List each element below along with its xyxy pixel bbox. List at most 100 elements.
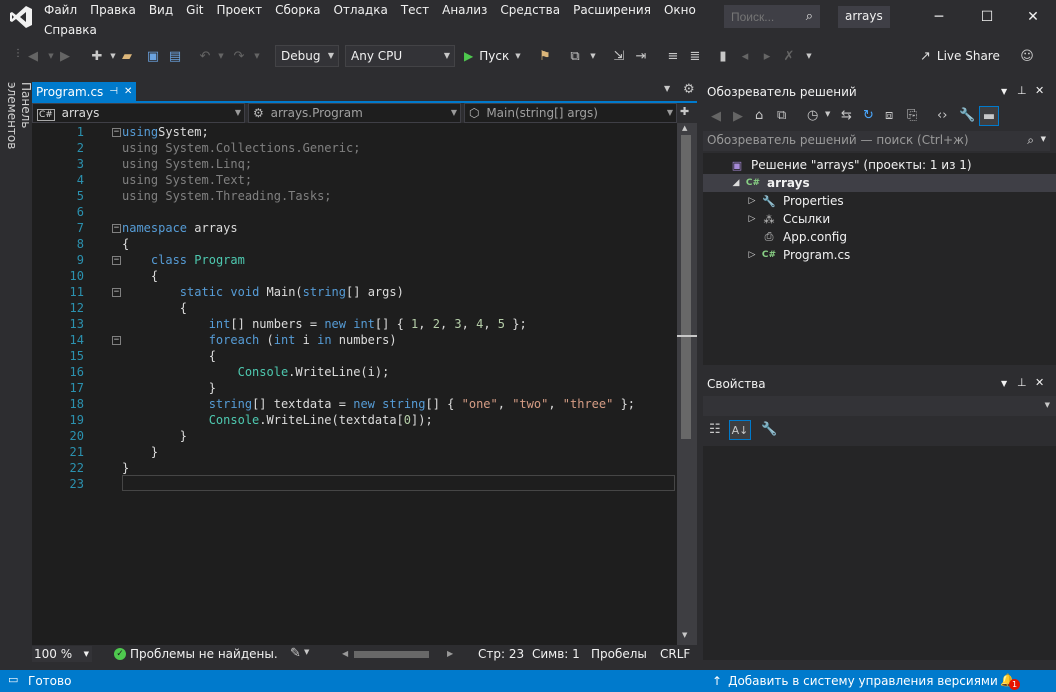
bookmark-icon[interactable]: ▮ bbox=[714, 46, 732, 66]
expand-toggle-icon[interactable]: ▷ bbox=[745, 214, 759, 224]
code-cleanup-icon[interactable]: ✎ bbox=[290, 646, 301, 661]
menu-item-7[interactable]: Тест bbox=[395, 0, 436, 20]
scroll-right-icon[interactable]: ▶ bbox=[447, 649, 453, 658]
menu-item-1[interactable]: Правка bbox=[84, 0, 143, 20]
property-pages-icon[interactable]: 🔧 bbox=[761, 422, 777, 437]
browser-link-icon[interactable]: ⧉ bbox=[566, 46, 584, 66]
comment-icon[interactable]: ≡ bbox=[664, 46, 682, 66]
collapse-toggle-icon[interactable]: − bbox=[112, 128, 121, 137]
show-all-files-icon[interactable]: ⎘ bbox=[907, 108, 917, 123]
properties-object-select[interactable]: ▼ bbox=[703, 396, 1056, 416]
attach-process-icon[interactable]: ⚑ bbox=[536, 46, 554, 66]
member-nav-select[interactable]: ⬡ Main(string[] args) ▼ bbox=[464, 103, 677, 123]
wrench-icon[interactable]: 🔧 bbox=[959, 108, 975, 123]
menu-item-12[interactable]: Справка bbox=[38, 20, 104, 40]
minimize-button[interactable]: ─ bbox=[916, 2, 962, 32]
close-icon[interactable]: ✕ bbox=[124, 86, 132, 97]
line-ending-indicator[interactable]: CRLF bbox=[660, 647, 690, 661]
problems-indicator[interactable]: ✓ Проблемы не найдены. bbox=[114, 646, 278, 662]
class-nav-select[interactable]: ⚙ arrays.Program ▼ bbox=[248, 103, 461, 123]
menu-item-2[interactable]: Вид bbox=[143, 0, 180, 20]
collapse-toggle-icon[interactable]: − bbox=[112, 224, 121, 233]
horizontal-scrollbar[interactable]: ◀ ▶ bbox=[342, 647, 457, 661]
scroll-left-icon[interactable]: ◀ bbox=[342, 649, 348, 658]
categorized-icon[interactable]: ☷ bbox=[709, 422, 721, 437]
configuration-select[interactable]: Debug ▼ bbox=[275, 45, 339, 67]
collapse-all-icon[interactable]: ⧈ bbox=[885, 108, 893, 123]
scroll-down-icon[interactable]: ▼ bbox=[682, 631, 687, 639]
refresh-icon[interactable]: ↻ bbox=[863, 108, 874, 123]
solution-explorer-search[interactable]: Обозреватель решений — поиск (Ctrl+ж) ⌕ … bbox=[703, 131, 1050, 151]
start-button[interactable]: ▶ Пуск ▼ bbox=[464, 46, 521, 66]
scrollbar-thumb[interactable] bbox=[354, 651, 429, 658]
tree-item[interactable]: ▷ C# Program.cs bbox=[703, 246, 1056, 264]
pin-icon[interactable]: ⊥ bbox=[1017, 84, 1027, 97]
platform-select[interactable]: Any CPU ▼ bbox=[345, 45, 455, 67]
back-icon[interactable]: ◀ bbox=[711, 109, 721, 124]
notifications-button[interactable]: 🔔 1 bbox=[1000, 672, 1022, 690]
uncomment-icon[interactable]: ≣ bbox=[686, 46, 704, 66]
close-icon[interactable]: ✕ bbox=[1035, 376, 1044, 389]
view-code-icon[interactable]: ‹› bbox=[937, 108, 947, 123]
clear-bookmarks-icon[interactable]: ✗ bbox=[780, 46, 798, 66]
close-button[interactable]: ✕ bbox=[1010, 2, 1056, 32]
toolbox-side-tab[interactable]: Панель элементов bbox=[0, 78, 33, 188]
menu-item-9[interactable]: Средства bbox=[494, 0, 567, 20]
live-share-button[interactable]: ↗ Live Share bbox=[920, 46, 1000, 66]
scroll-up-icon[interactable]: ▲ bbox=[682, 124, 687, 132]
expand-toggle-icon[interactable]: ◢ bbox=[729, 178, 743, 188]
redo-icon[interactable]: ↷ bbox=[230, 46, 248, 66]
window-position-icon[interactable]: ▼ bbox=[1001, 379, 1007, 388]
chevron-down-icon[interactable]: ▼ bbox=[1041, 135, 1046, 143]
pin-icon[interactable]: ⊥ bbox=[1017, 376, 1027, 389]
menu-item-6[interactable]: Отладка bbox=[327, 0, 394, 20]
pending-changes-icon[interactable]: ◷ bbox=[807, 108, 818, 123]
tree-item[interactable]: ◢ C# arrays bbox=[703, 174, 1056, 192]
project-nav-select[interactable]: C# arrays ▼ bbox=[32, 103, 245, 123]
back-icon[interactable]: ◀ bbox=[24, 46, 42, 66]
forward-icon[interactable]: ▶ bbox=[733, 109, 743, 124]
menu-item-0[interactable]: Файл bbox=[38, 0, 84, 20]
settings-icon[interactable]: ⚙ bbox=[683, 82, 695, 97]
collapse-toggle-icon[interactable]: − bbox=[112, 256, 121, 265]
tree-item[interactable]: ▣ Решение "arrays" (проекты: 1 из 1) bbox=[703, 156, 1056, 174]
pin-icon[interactable]: ⊣ bbox=[109, 86, 118, 97]
close-icon[interactable]: ✕ bbox=[1035, 84, 1044, 97]
menu-item-10[interactable]: Расширения bbox=[567, 0, 658, 20]
add-to-source-control-button[interactable]: ↑ Добавить в систему управления версиями… bbox=[712, 670, 1010, 692]
save-icon[interactable]: ▣ bbox=[144, 46, 162, 66]
search-input[interactable] bbox=[725, 6, 795, 27]
line-indicator[interactable]: Стр: 23 bbox=[478, 647, 524, 661]
chevron-down-icon[interactable]: ▼ bbox=[825, 110, 830, 118]
preview-selected-icon[interactable]: ▬ bbox=[979, 106, 999, 126]
code-editor[interactable]: 1− usingSystem; 2 using System.Collections.… bbox=[32, 123, 677, 645]
collapse-toggle-icon[interactable]: − bbox=[112, 336, 121, 345]
home-icon[interactable]: ⌂ bbox=[755, 108, 763, 123]
sync-icon[interactable]: ⇆ bbox=[841, 108, 852, 123]
menu-item-11[interactable]: Окно bbox=[658, 0, 703, 20]
tree-item[interactable]: ▷ 🔧 Properties bbox=[703, 192, 1056, 210]
next-bookmark-icon[interactable]: ▸ bbox=[758, 46, 776, 66]
open-folder-icon[interactable]: ▰ bbox=[118, 46, 136, 66]
expand-toggle-icon[interactable]: ▷ bbox=[745, 250, 759, 260]
column-indicator[interactable]: Симв: 1 bbox=[532, 647, 580, 661]
alphabetical-icon[interactable]: A↓ bbox=[729, 420, 751, 440]
whitespace-indicator[interactable]: Пробелы bbox=[591, 647, 647, 661]
menu-item-8[interactable]: Анализ bbox=[436, 0, 494, 20]
search-box[interactable]: ⌕ bbox=[724, 5, 820, 28]
split-editor-icon[interactable]: ✚ bbox=[680, 105, 689, 118]
collapse-toggle-icon[interactable]: − bbox=[112, 288, 121, 297]
tree-item[interactable]: ⎙ App.config bbox=[703, 228, 1056, 246]
scrollbar-thumb[interactable] bbox=[681, 135, 691, 439]
save-all-icon[interactable]: ▤ bbox=[166, 46, 184, 66]
menu-item-3[interactable]: Git bbox=[180, 0, 210, 20]
prev-bookmark-icon[interactable]: ◂ bbox=[736, 46, 754, 66]
editor-vertical-scrollbar[interactable]: ▲ ▼ bbox=[677, 123, 697, 645]
step-over-icon[interactable]: ⇥ bbox=[632, 46, 650, 66]
chevron-down-icon[interactable]: ▼ bbox=[304, 648, 309, 656]
menu-item-5[interactable]: Сборка bbox=[269, 0, 327, 20]
zoom-select[interactable]: 100 % ▼ bbox=[32, 646, 92, 662]
tab-list-dropdown-icon[interactable]: ▼ bbox=[664, 84, 670, 93]
tree-item[interactable]: ▷ ⁂ Ссылки bbox=[703, 210, 1056, 228]
expand-toggle-icon[interactable]: ▷ bbox=[745, 196, 759, 206]
